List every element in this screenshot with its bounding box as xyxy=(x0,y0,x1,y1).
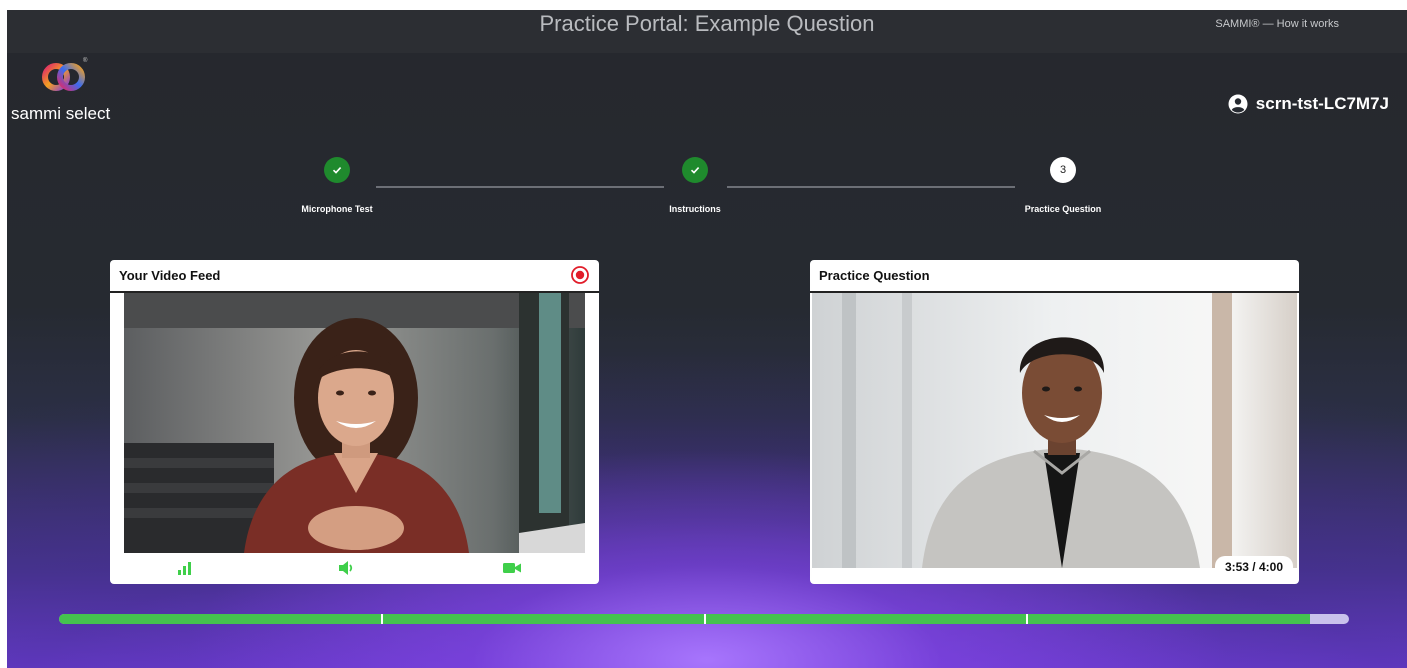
progress-segment-divider xyxy=(1026,614,1028,624)
media-controls xyxy=(110,554,599,584)
progress-segment-divider xyxy=(704,614,706,624)
step-connector-1 xyxy=(376,186,664,188)
video-feed-panel: Your Video Feed xyxy=(110,260,599,584)
progress-stepper: 3 Microphone Test Instructions Practice … xyxy=(7,10,1407,240)
step-3-current-badge: 3 xyxy=(1050,157,1076,183)
check-icon xyxy=(332,167,342,174)
step-label-instructions: Instructions xyxy=(669,204,721,214)
question-video xyxy=(812,293,1297,568)
practice-question-title: Practice Question xyxy=(810,260,1299,293)
signal-bars-icon[interactable] xyxy=(176,560,192,576)
overall-progress-bar xyxy=(59,614,1349,624)
practice-portal-app: Practice Portal: Example Question SAMMI®… xyxy=(7,10,1407,668)
step-label-practice-question: Practice Question xyxy=(1024,204,1102,214)
practice-question-panel: Practice Question 3:53 / 4:00 xyxy=(810,260,1299,584)
step-3-number: 3 xyxy=(1059,164,1067,176)
user-video-image xyxy=(124,293,585,553)
step-label-microphone-test: Microphone Test xyxy=(301,204,373,214)
question-video-image xyxy=(812,293,1297,568)
step-1-complete-badge xyxy=(324,157,350,183)
check-icon xyxy=(690,167,700,174)
camera-icon[interactable] xyxy=(502,560,522,576)
video-feed-title: Your Video Feed xyxy=(110,260,599,293)
progress-fill xyxy=(59,614,1311,624)
step-connector-2 xyxy=(727,186,1015,188)
step-2-complete-badge xyxy=(682,157,708,183)
speaker-icon[interactable] xyxy=(338,560,356,576)
progress-segment-divider xyxy=(381,614,383,624)
record-icon[interactable] xyxy=(571,266,589,284)
user-video-feed xyxy=(124,293,585,553)
question-timer: 3:53 / 4:00 xyxy=(1214,556,1293,578)
